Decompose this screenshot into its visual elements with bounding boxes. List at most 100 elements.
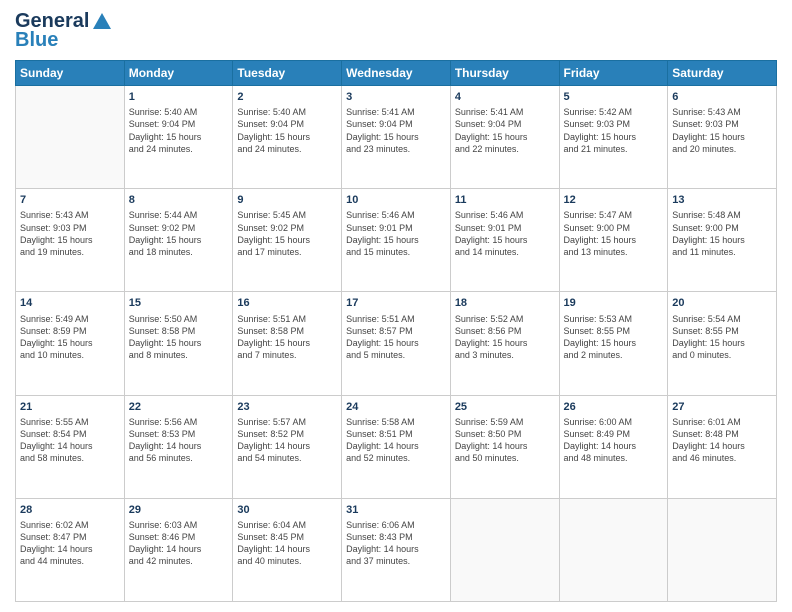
day-cell-25: 25 Sunrise: 5:59 AM Sunset: 8:50 PM Dayli… [450, 395, 559, 498]
day-cell-1: 1 Sunrise: 5:40 AM Sunset: 9:04 PM Daylig… [124, 86, 233, 189]
day-cell-28: 28Sunrise: 6:02 AM Sunset: 8:47 PM Dayli… [16, 498, 125, 601]
day-cell-20: 20 Sunrise: 5:54 AM Sunset: 8:55 PM Dayli… [668, 292, 777, 395]
week-row-1: 1 Sunrise: 5:40 AM Sunset: 9:04 PM Daylig… [16, 86, 777, 189]
day-cell-31: 31 Sunrise: 6:06 AM Sunset: 8:43 PM Dayli… [342, 498, 451, 601]
day-info: Sunrise: 5:42 AM Sunset: 9:03 PM Dayligh… [564, 106, 664, 155]
logo-icon [91, 11, 113, 33]
day-info: Sunrise: 6:02 AM Sunset: 8:47 PM Dayligh… [20, 519, 120, 568]
page: General Blue SundayMondayTuesdayWednesda… [0, 0, 792, 612]
day-cell-29: 29 Sunrise: 6:03 AM Sunset: 8:46 PM Dayli… [124, 498, 233, 601]
day-cell-30: 30 Sunrise: 6:04 AM Sunset: 8:45 PM Dayli… [233, 498, 342, 601]
day-number: 1 [129, 90, 229, 104]
day-number: 18 [455, 296, 555, 310]
day-info: Sunrise: 5:40 AM Sunset: 9:04 PM Dayligh… [237, 106, 337, 155]
day-info: Sunrise: 5:56 AM Sunset: 8:53 PM Dayligh… [129, 416, 229, 465]
day-cell-17: 17 Sunrise: 5:51 AM Sunset: 8:57 PM Dayli… [342, 292, 451, 395]
day-cell-16: 16 Sunrise: 5:51 AM Sunset: 8:58 PM Dayli… [233, 292, 342, 395]
day-number: 5 [564, 90, 664, 104]
day-info: Sunrise: 5:51 AM Sunset: 8:57 PM Dayligh… [346, 313, 446, 362]
weekday-wednesday: Wednesday [342, 61, 451, 86]
day-number: 25 [455, 400, 555, 414]
day-info: Sunrise: 5:52 AM Sunset: 8:56 PM Dayligh… [455, 313, 555, 362]
week-row-5: 28Sunrise: 6:02 AM Sunset: 8:47 PM Dayli… [16, 498, 777, 601]
day-info: Sunrise: 6:01 AM Sunset: 8:48 PM Dayligh… [672, 416, 772, 465]
weekday-friday: Friday [559, 61, 668, 86]
day-info: Sunrise: 5:53 AM Sunset: 8:55 PM Dayligh… [564, 313, 664, 362]
day-cell-2: 2 Sunrise: 5:40 AM Sunset: 9:04 PM Daylig… [233, 86, 342, 189]
day-cell-23: 23 Sunrise: 5:57 AM Sunset: 8:52 PM Dayli… [233, 395, 342, 498]
day-info: Sunrise: 5:43 AM Sunset: 9:03 PM Dayligh… [672, 106, 772, 155]
day-info: Sunrise: 5:46 AM Sunset: 9:01 PM Dayligh… [346, 209, 446, 258]
day-info: Sunrise: 6:06 AM Sunset: 8:43 PM Dayligh… [346, 519, 446, 568]
weekday-saturday: Saturday [668, 61, 777, 86]
day-info: Sunrise: 5:58 AM Sunset: 8:51 PM Dayligh… [346, 416, 446, 465]
day-info: Sunrise: 5:48 AM Sunset: 9:00 PM Dayligh… [672, 209, 772, 258]
day-number: 23 [237, 400, 337, 414]
day-number: 10 [346, 193, 446, 207]
day-number: 24 [346, 400, 446, 414]
day-number: 27 [672, 400, 772, 414]
day-info: Sunrise: 5:57 AM Sunset: 8:52 PM Dayligh… [237, 416, 337, 465]
day-number: 3 [346, 90, 446, 104]
empty-cell [450, 498, 559, 601]
weekday-header-row: SundayMondayTuesdayWednesdayThursdayFrid… [16, 61, 777, 86]
day-number: 7 [20, 193, 120, 207]
weekday-tuesday: Tuesday [233, 61, 342, 86]
day-info: Sunrise: 5:45 AM Sunset: 9:02 PM Dayligh… [237, 209, 337, 258]
day-cell-12: 12Sunrise: 5:47 AM Sunset: 9:00 PM Dayli… [559, 189, 668, 292]
day-number: 16 [237, 296, 337, 310]
day-info: Sunrise: 5:55 AM Sunset: 8:54 PM Dayligh… [20, 416, 120, 465]
day-cell-10: 10 Sunrise: 5:46 AM Sunset: 9:01 PM Dayli… [342, 189, 451, 292]
day-cell-21: 21 Sunrise: 5:55 AM Sunset: 8:54 PM Dayli… [16, 395, 125, 498]
day-info: Sunrise: 5:54 AM Sunset: 8:55 PM Dayligh… [672, 313, 772, 362]
day-number: 2 [237, 90, 337, 104]
day-number: 11 [455, 193, 555, 207]
day-number: 19 [564, 296, 664, 310]
day-number: 8 [129, 193, 229, 207]
day-info: Sunrise: 6:04 AM Sunset: 8:45 PM Dayligh… [237, 519, 337, 568]
day-cell-24: 24 Sunrise: 5:58 AM Sunset: 8:51 PM Dayli… [342, 395, 451, 498]
empty-cell [559, 498, 668, 601]
week-row-4: 21 Sunrise: 5:55 AM Sunset: 8:54 PM Dayli… [16, 395, 777, 498]
day-cell-8: 8 Sunrise: 5:44 AM Sunset: 9:02 PM Daylig… [124, 189, 233, 292]
weekday-sunday: Sunday [16, 61, 125, 86]
day-cell-4: 4Sunrise: 5:41 AM Sunset: 9:04 PM Daylig… [450, 86, 559, 189]
day-cell-3: 3 Sunrise: 5:41 AM Sunset: 9:04 PM Daylig… [342, 86, 451, 189]
day-cell-19: 19 Sunrise: 5:53 AM Sunset: 8:55 PM Dayli… [559, 292, 668, 395]
day-number: 17 [346, 296, 446, 310]
day-info: Sunrise: 5:50 AM Sunset: 8:58 PM Dayligh… [129, 313, 229, 362]
day-cell-14: 14Sunrise: 5:49 AM Sunset: 8:59 PM Dayli… [16, 292, 125, 395]
day-cell-5: 5 Sunrise: 5:42 AM Sunset: 9:03 PM Daylig… [559, 86, 668, 189]
weekday-thursday: Thursday [450, 61, 559, 86]
day-info: Sunrise: 5:44 AM Sunset: 9:02 PM Dayligh… [129, 209, 229, 258]
day-cell-26: 26 Sunrise: 6:00 AM Sunset: 8:49 PM Dayli… [559, 395, 668, 498]
day-cell-27: 27 Sunrise: 6:01 AM Sunset: 8:48 PM Dayli… [668, 395, 777, 498]
day-cell-18: 18 Sunrise: 5:52 AM Sunset: 8:56 PM Dayli… [450, 292, 559, 395]
day-info: Sunrise: 5:51 AM Sunset: 8:58 PM Dayligh… [237, 313, 337, 362]
day-cell-6: 6 Sunrise: 5:43 AM Sunset: 9:03 PM Daylig… [668, 86, 777, 189]
day-number: 20 [672, 296, 772, 310]
day-number: 26 [564, 400, 664, 414]
day-info: Sunrise: 5:40 AM Sunset: 9:04 PM Dayligh… [129, 106, 229, 155]
day-number: 30 [237, 503, 337, 517]
day-cell-7: 7Sunrise: 5:43 AM Sunset: 9:03 PM Daylig… [16, 189, 125, 292]
day-number: 21 [20, 400, 120, 414]
day-number: 6 [672, 90, 772, 104]
header: General Blue [15, 10, 777, 52]
day-info: Sunrise: 5:41 AM Sunset: 9:04 PM Dayligh… [346, 106, 446, 155]
day-number: 12 [564, 193, 664, 207]
week-row-3: 14Sunrise: 5:49 AM Sunset: 8:59 PM Dayli… [16, 292, 777, 395]
day-number: 31 [346, 503, 446, 517]
day-info: Sunrise: 6:00 AM Sunset: 8:49 PM Dayligh… [564, 416, 664, 465]
day-number: 9 [237, 193, 337, 207]
day-cell-9: 9 Sunrise: 5:45 AM Sunset: 9:02 PM Daylig… [233, 189, 342, 292]
day-number: 29 [129, 503, 229, 517]
day-info: Sunrise: 6:03 AM Sunset: 8:46 PM Dayligh… [129, 519, 229, 568]
day-info: Sunrise: 5:59 AM Sunset: 8:50 PM Dayligh… [455, 416, 555, 465]
day-cell-11: 11 Sunrise: 5:46 AM Sunset: 9:01 PM Dayli… [450, 189, 559, 292]
week-row-2: 7Sunrise: 5:43 AM Sunset: 9:03 PM Daylig… [16, 189, 777, 292]
empty-cell [668, 498, 777, 601]
logo-blue: Blue [15, 29, 58, 52]
day-info: Sunrise: 5:46 AM Sunset: 9:01 PM Dayligh… [455, 209, 555, 258]
day-cell-22: 22Sunrise: 5:56 AM Sunset: 8:53 PM Dayli… [124, 395, 233, 498]
